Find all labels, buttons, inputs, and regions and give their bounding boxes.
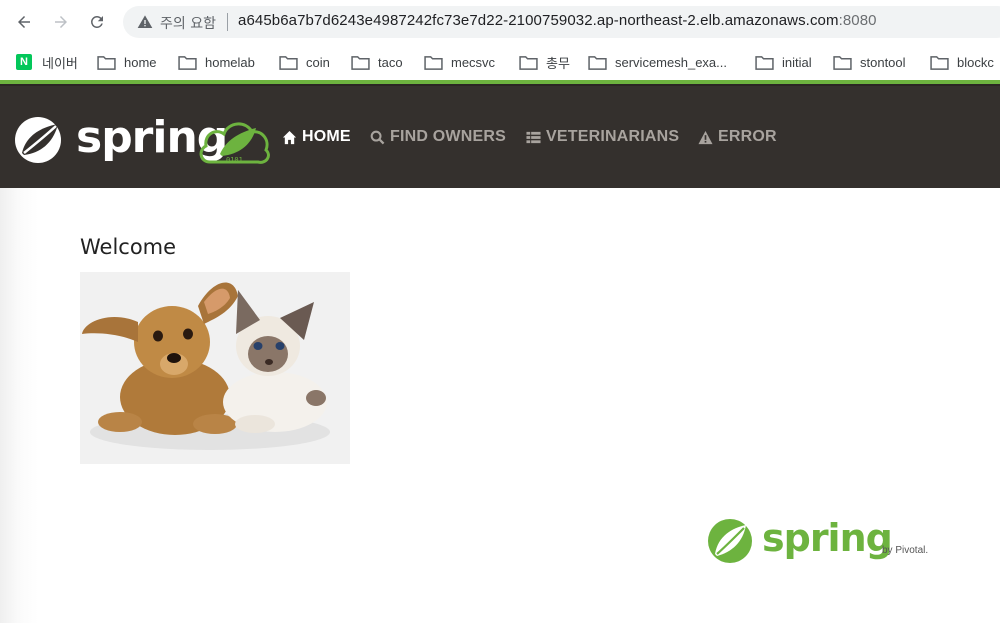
folder-icon <box>424 55 443 70</box>
nav-find-owners-label: FIND OWNERS <box>390 128 506 145</box>
pets-image <box>80 272 350 464</box>
folder-icon <box>279 55 298 70</box>
reload-button[interactable] <box>85 10 109 34</box>
browser-toolbar: 주의 요함 a645b6a7b7d6243e4987242fc73e7d22-2… <box>0 0 1000 44</box>
warning-triangle-icon[interactable] <box>137 14 153 30</box>
bookmark-label: homelab <box>205 54 255 70</box>
nav-veterinarians-label: VETERINARIANS <box>546 128 680 145</box>
bookmark-folder-servicemesh[interactable]: servicemesh_exa... <box>588 49 727 75</box>
bookmark-folder-mecsvc[interactable]: mecsvc <box>424 49 495 75</box>
url-host: a645b6a7b7d6243e4987242fc73e7d22-2100759… <box>238 12 839 29</box>
site-navbar: spring 0101 HOME FIND OWNERS VETERINARIA… <box>0 84 1000 188</box>
nav-home-label: HOME <box>302 128 351 145</box>
main-content: Welcome spring by Pivotal. <box>0 188 1000 623</box>
nav-error[interactable]: ERROR <box>697 126 777 148</box>
page-title: Welcome <box>80 235 177 259</box>
bookmark-folder-chongmu[interactable]: 총무 <box>519 49 570 75</box>
folder-icon <box>97 55 116 70</box>
bookmark-label: taco <box>378 54 403 70</box>
bookmark-label: 총무 <box>546 55 570 71</box>
svg-text:0101: 0101 <box>226 156 243 164</box>
bookmark-naver[interactable]: N 네이버 <box>16 49 78 75</box>
folder-icon <box>755 55 774 70</box>
spring-leaf-icon <box>15 117 61 163</box>
bookmark-folder-taco[interactable]: taco <box>351 49 403 75</box>
list-icon <box>525 129 541 145</box>
bookmark-label: blockc <box>957 54 994 70</box>
footer-by-text: by Pivotal. <box>882 545 928 556</box>
bookmark-label: stontool <box>860 54 906 70</box>
cloud-leaf-icon: 0101 <box>199 122 270 164</box>
url-port: :8080 <box>838 12 877 29</box>
bookmark-label: mecsvc <box>451 54 496 70</box>
bookmark-label: coin <box>306 54 330 70</box>
folder-icon <box>178 55 197 70</box>
home-icon <box>281 129 297 145</box>
spring-logo[interactable]: spring 0101 <box>12 112 274 168</box>
url-text[interactable]: a645b6a7b7d6243e4987242fc73e7d22-2100759… <box>238 12 877 29</box>
warning-icon <box>697 129 713 145</box>
nav-find-owners[interactable]: FIND OWNERS <box>369 126 506 148</box>
nav-veterinarians[interactable]: VETERINARIANS <box>525 126 679 148</box>
bookmark-folder-stontool[interactable]: stontool <box>833 49 906 75</box>
arrow-left-icon <box>18 16 30 28</box>
bookmark-folder-blockc[interactable]: blockc <box>930 49 1000 75</box>
folder-icon <box>519 55 538 70</box>
security-label[interactable]: 주의 요함 <box>160 13 216 33</box>
address-bar[interactable]: 주의 요함 a645b6a7b7d6243e4987242fc73e7d22-2… <box>123 6 1000 38</box>
folder-icon <box>351 55 370 70</box>
bookmark-folder-coin[interactable]: coin <box>279 49 330 75</box>
spring-by-pivotal-logo: spring by Pivotal. <box>708 516 928 563</box>
nav-error-label: ERROR <box>718 128 777 145</box>
search-icon <box>369 129 385 145</box>
nav-home[interactable]: HOME <box>281 126 351 148</box>
bookmark-folder-initial[interactable]: initial <box>755 49 812 75</box>
folder-icon <box>930 55 949 70</box>
back-button[interactable] <box>12 10 36 34</box>
folder-icon <box>833 55 852 70</box>
naver-icon: N <box>16 54 32 70</box>
forward-button[interactable] <box>49 10 73 34</box>
folder-icon <box>588 55 607 70</box>
url-separator <box>227 13 228 31</box>
bookmark-label: 네이버 <box>42 55 78 71</box>
bookmark-folder-homelab[interactable]: homelab <box>178 49 255 75</box>
bookmark-label: servicemesh_exa... <box>615 54 727 70</box>
bookmarks-bar: N 네이버 home homelab coin taco mecsvc 총무 s… <box>0 44 1000 80</box>
footer-logo-text: spring <box>762 516 892 560</box>
bookmark-folder-home[interactable]: home <box>97 49 157 75</box>
reload-icon <box>91 16 103 28</box>
bookmark-label: home <box>124 54 157 70</box>
bookmark-label: initial <box>782 54 812 70</box>
arrow-right-icon <box>55 16 67 28</box>
